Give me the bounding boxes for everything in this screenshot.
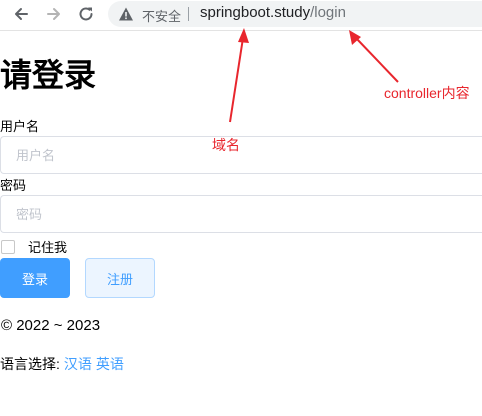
url-host: springboot.study xyxy=(200,4,311,21)
register-button[interactable]: 注册 xyxy=(85,258,155,298)
login-button[interactable]: 登录 xyxy=(0,258,70,298)
back-button[interactable] xyxy=(10,4,32,24)
language-label: 语言选择: xyxy=(0,356,60,372)
domain-arrow xyxy=(229,28,249,123)
reload-icon xyxy=(79,7,93,21)
remember-me-label[interactable]: 记住我 xyxy=(28,240,67,256)
reload-button[interactable] xyxy=(75,4,97,24)
arrow-left-icon xyxy=(15,8,28,20)
url-path: /login xyxy=(310,4,346,21)
url-text[interactable]: springboot.study/login xyxy=(200,4,346,21)
address-divider xyxy=(188,7,189,21)
address-bar[interactable]: 不安全 springboot.study/login xyxy=(108,1,482,27)
page-title: 请登录 xyxy=(0,57,97,93)
warning-triangle-icon[interactable] xyxy=(118,6,134,22)
security-status[interactable]: 不安全 xyxy=(142,6,181,25)
password-input[interactable] xyxy=(0,195,482,233)
username-label: 用户名 xyxy=(0,119,40,134)
controller-arrow xyxy=(349,30,399,83)
arrow-right-icon xyxy=(47,8,60,20)
browser-toolbar: 不安全 springboot.study/login xyxy=(0,0,482,31)
password-label: 密码 xyxy=(0,178,27,193)
domain-annotation: 域名 xyxy=(212,137,240,153)
controller-annotation: controller内容 xyxy=(384,85,470,101)
username-input[interactable] xyxy=(0,136,482,174)
copyright-text: © 2022 ~ 2023 xyxy=(1,317,101,334)
language-link-english[interactable]: 英语 xyxy=(96,356,124,372)
language-link-chinese[interactable]: 汉语 xyxy=(64,356,92,372)
forward-button[interactable] xyxy=(43,4,65,24)
language-selector: 语言选择: 汉语 英语 xyxy=(0,355,124,373)
remember-me-checkbox[interactable] xyxy=(1,240,15,254)
